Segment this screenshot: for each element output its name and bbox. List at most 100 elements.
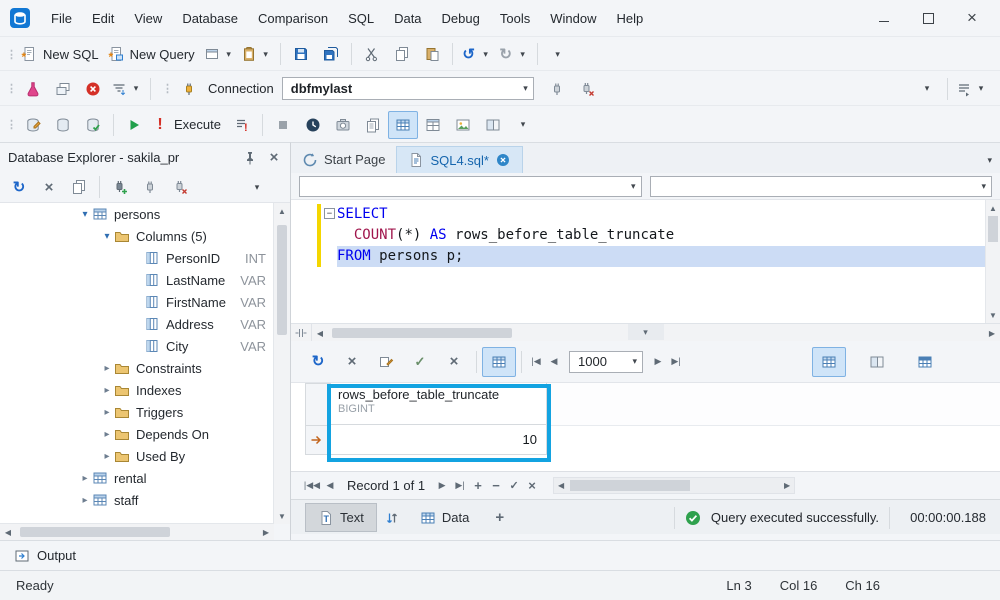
scroll-thumb[interactable] <box>332 328 512 338</box>
new-query-button[interactable]: * New Query <box>105 40 201 68</box>
new-window-button[interactable]: ▾ <box>201 40 238 68</box>
tree-item-depends-on[interactable]: ▸Depends On <box>0 423 274 445</box>
refresh-button[interactable]: ↻ <box>4 173 34 201</box>
profiler-button[interactable] <box>328 111 358 139</box>
grid-horizontal-scrollbar[interactable]: ◀ ▶ <box>553 477 795 494</box>
page-first-icon[interactable]: |◀ <box>527 352 545 372</box>
connection-options-button[interactable]: ▾ <box>912 75 942 103</box>
undo-button[interactable]: ↺ ▾ <box>458 40 495 68</box>
menu-comparison[interactable]: Comparison <box>248 6 338 31</box>
scroll-down-icon[interactable]: ▼ <box>986 307 1000 323</box>
post-edit-icon[interactable]: ✓ <box>505 476 523 496</box>
tree-collapsed-icon[interactable]: ▸ <box>100 407 114 418</box>
tree-item-indexes[interactable]: ▸Indexes <box>0 379 274 401</box>
results-grid-toggle-button[interactable] <box>388 111 418 139</box>
scroll-left-icon[interactable]: ◀ <box>312 325 328 341</box>
editor-vertical-scrollbar[interactable]: ▲ ▼ <box>985 200 1000 323</box>
scroll-left-icon[interactable]: ◀ <box>0 524 16 540</box>
tab-sql4[interactable]: SQL4.sql* <box>396 146 523 173</box>
new-connection-button[interactable] <box>105 173 135 201</box>
menu-view[interactable]: View <box>124 6 172 31</box>
layout-window-button[interactable] <box>418 111 448 139</box>
swap-panels-button[interactable] <box>377 504 407 532</box>
tree-item-constraints[interactable]: ▸Constraints <box>0 357 274 379</box>
schema-combobox[interactable]: ▾ <box>650 176 993 197</box>
menu-data[interactable]: Data <box>384 6 431 31</box>
new-sql-button[interactable]: * New SQL <box>18 40 105 68</box>
close-window-button[interactable]: × <box>950 4 994 32</box>
scroll-down-icon[interactable]: ▼ <box>274 508 290 524</box>
pivot-view-button[interactable] <box>908 347 942 377</box>
redo-button[interactable]: ↻ ▾ <box>495 40 532 68</box>
execute-button[interactable]: ! Execute <box>149 111 227 139</box>
tree-item-city[interactable]: CityVAR <box>0 335 274 357</box>
tree-item-columns-5-[interactable]: ▾Columns (5) <box>0 225 274 247</box>
grid-column-header[interactable]: rows_before_table_truncate BIGINT <box>331 383 547 425</box>
copy-button[interactable] <box>387 40 417 68</box>
edit-data-button[interactable] <box>369 347 403 377</box>
delete-button[interactable]: × <box>34 173 64 201</box>
stop-button[interactable] <box>268 111 298 139</box>
tree-collapsed-icon[interactable]: ▸ <box>78 473 92 484</box>
page-size-combobox[interactable]: 1000 ▾ <box>569 351 643 373</box>
tree-item-persons[interactable]: ▾persons <box>0 203 274 225</box>
tab-data[interactable]: Data <box>407 503 482 532</box>
error-list-button[interactable] <box>78 75 108 103</box>
refresh-results-button[interactable]: ↻ <box>301 347 335 377</box>
grid-value-cell[interactable]: 10 <box>331 425 547 455</box>
scroll-thumb[interactable] <box>570 480 690 491</box>
scroll-left-icon[interactable]: ◀ <box>554 479 568 493</box>
tree-expanded-icon[interactable]: ▾ <box>78 209 92 220</box>
cancel-changes-button[interactable]: × <box>437 347 471 377</box>
single-grid-view-button[interactable] <box>812 347 846 377</box>
page-next-icon[interactable]: ▶ <box>649 352 667 372</box>
tab-text[interactable]: T Text <box>305 503 377 532</box>
maximize-button[interactable] <box>906 4 950 32</box>
scroll-thumb[interactable] <box>988 216 998 242</box>
scroll-right-icon[interactable]: ▶ <box>258 524 274 540</box>
record-prev-icon[interactable]: ◀ <box>321 476 339 496</box>
scroll-right-icon[interactable]: ▶ <box>780 479 794 493</box>
query-history-button[interactable] <box>298 111 328 139</box>
run-button[interactable] <box>119 111 149 139</box>
scroll-right-icon[interactable]: ▶ <box>984 325 1000 341</box>
code-area[interactable]: SELECT COUNT(*) AS rows_before_table_tru… <box>337 204 986 267</box>
menu-database[interactable]: Database <box>172 6 248 31</box>
edit-database-button[interactable] <box>18 111 48 139</box>
tree-item-staff[interactable]: ▸staff <box>0 489 274 511</box>
database-button[interactable] <box>48 111 78 139</box>
page-last-icon[interactable]: ▶| <box>667 352 685 372</box>
execute-options-button[interactable]: ▾ <box>508 111 538 139</box>
disconnect-button[interactable] <box>165 173 195 201</box>
apply-changes-button[interactable]: ✓ <box>403 347 437 377</box>
cut-button[interactable] <box>357 40 387 68</box>
tree-collapsed-icon[interactable]: ▸ <box>100 451 114 462</box>
menu-window[interactable]: Window <box>540 6 606 31</box>
tree-item-triggers[interactable]: ▸Triggers <box>0 401 274 423</box>
menu-edit[interactable]: Edit <box>82 6 124 31</box>
page-prev-icon[interactable]: ◀ <box>545 352 563 372</box>
duplicate-button[interactable] <box>64 173 94 201</box>
documents-button[interactable] <box>358 111 388 139</box>
delete-record-icon[interactable]: − <box>487 476 505 496</box>
scroll-up-icon[interactable]: ▲ <box>986 200 1000 216</box>
scroll-thumb[interactable] <box>20 527 170 537</box>
close-panel-icon[interactable]: × <box>266 150 282 166</box>
code-line-3[interactable]: FROM persons p; <box>337 246 986 267</box>
disconnect-button[interactable] <box>572 75 602 103</box>
execute-script-button[interactable]: ! <box>227 111 257 139</box>
tree-item-address[interactable]: AddressVAR <box>0 313 274 335</box>
minimize-button[interactable] <box>862 4 906 32</box>
explorer-options-button[interactable]: ▾ <box>242 173 272 201</box>
grid-view-button[interactable] <box>482 347 516 377</box>
add-result-tab-button[interactable]: + <box>482 503 517 532</box>
results-grid[interactable]: rows_before_table_truncate BIGINT 10 <box>291 383 1000 471</box>
code-line-1[interactable]: SELECT <box>337 204 986 225</box>
tree-collapsed-icon[interactable]: ▸ <box>78 495 92 506</box>
tree-collapsed-icon[interactable]: ▸ <box>100 385 114 396</box>
task-list-button[interactable]: ▾ <box>953 75 990 103</box>
panels-button[interactable] <box>478 111 508 139</box>
tree-item-personid[interactable]: PersonIDINT <box>0 247 274 269</box>
tree-collapsed-icon[interactable]: ▸ <box>100 429 114 440</box>
toolbar-options-button[interactable]: ▾ <box>543 40 573 68</box>
